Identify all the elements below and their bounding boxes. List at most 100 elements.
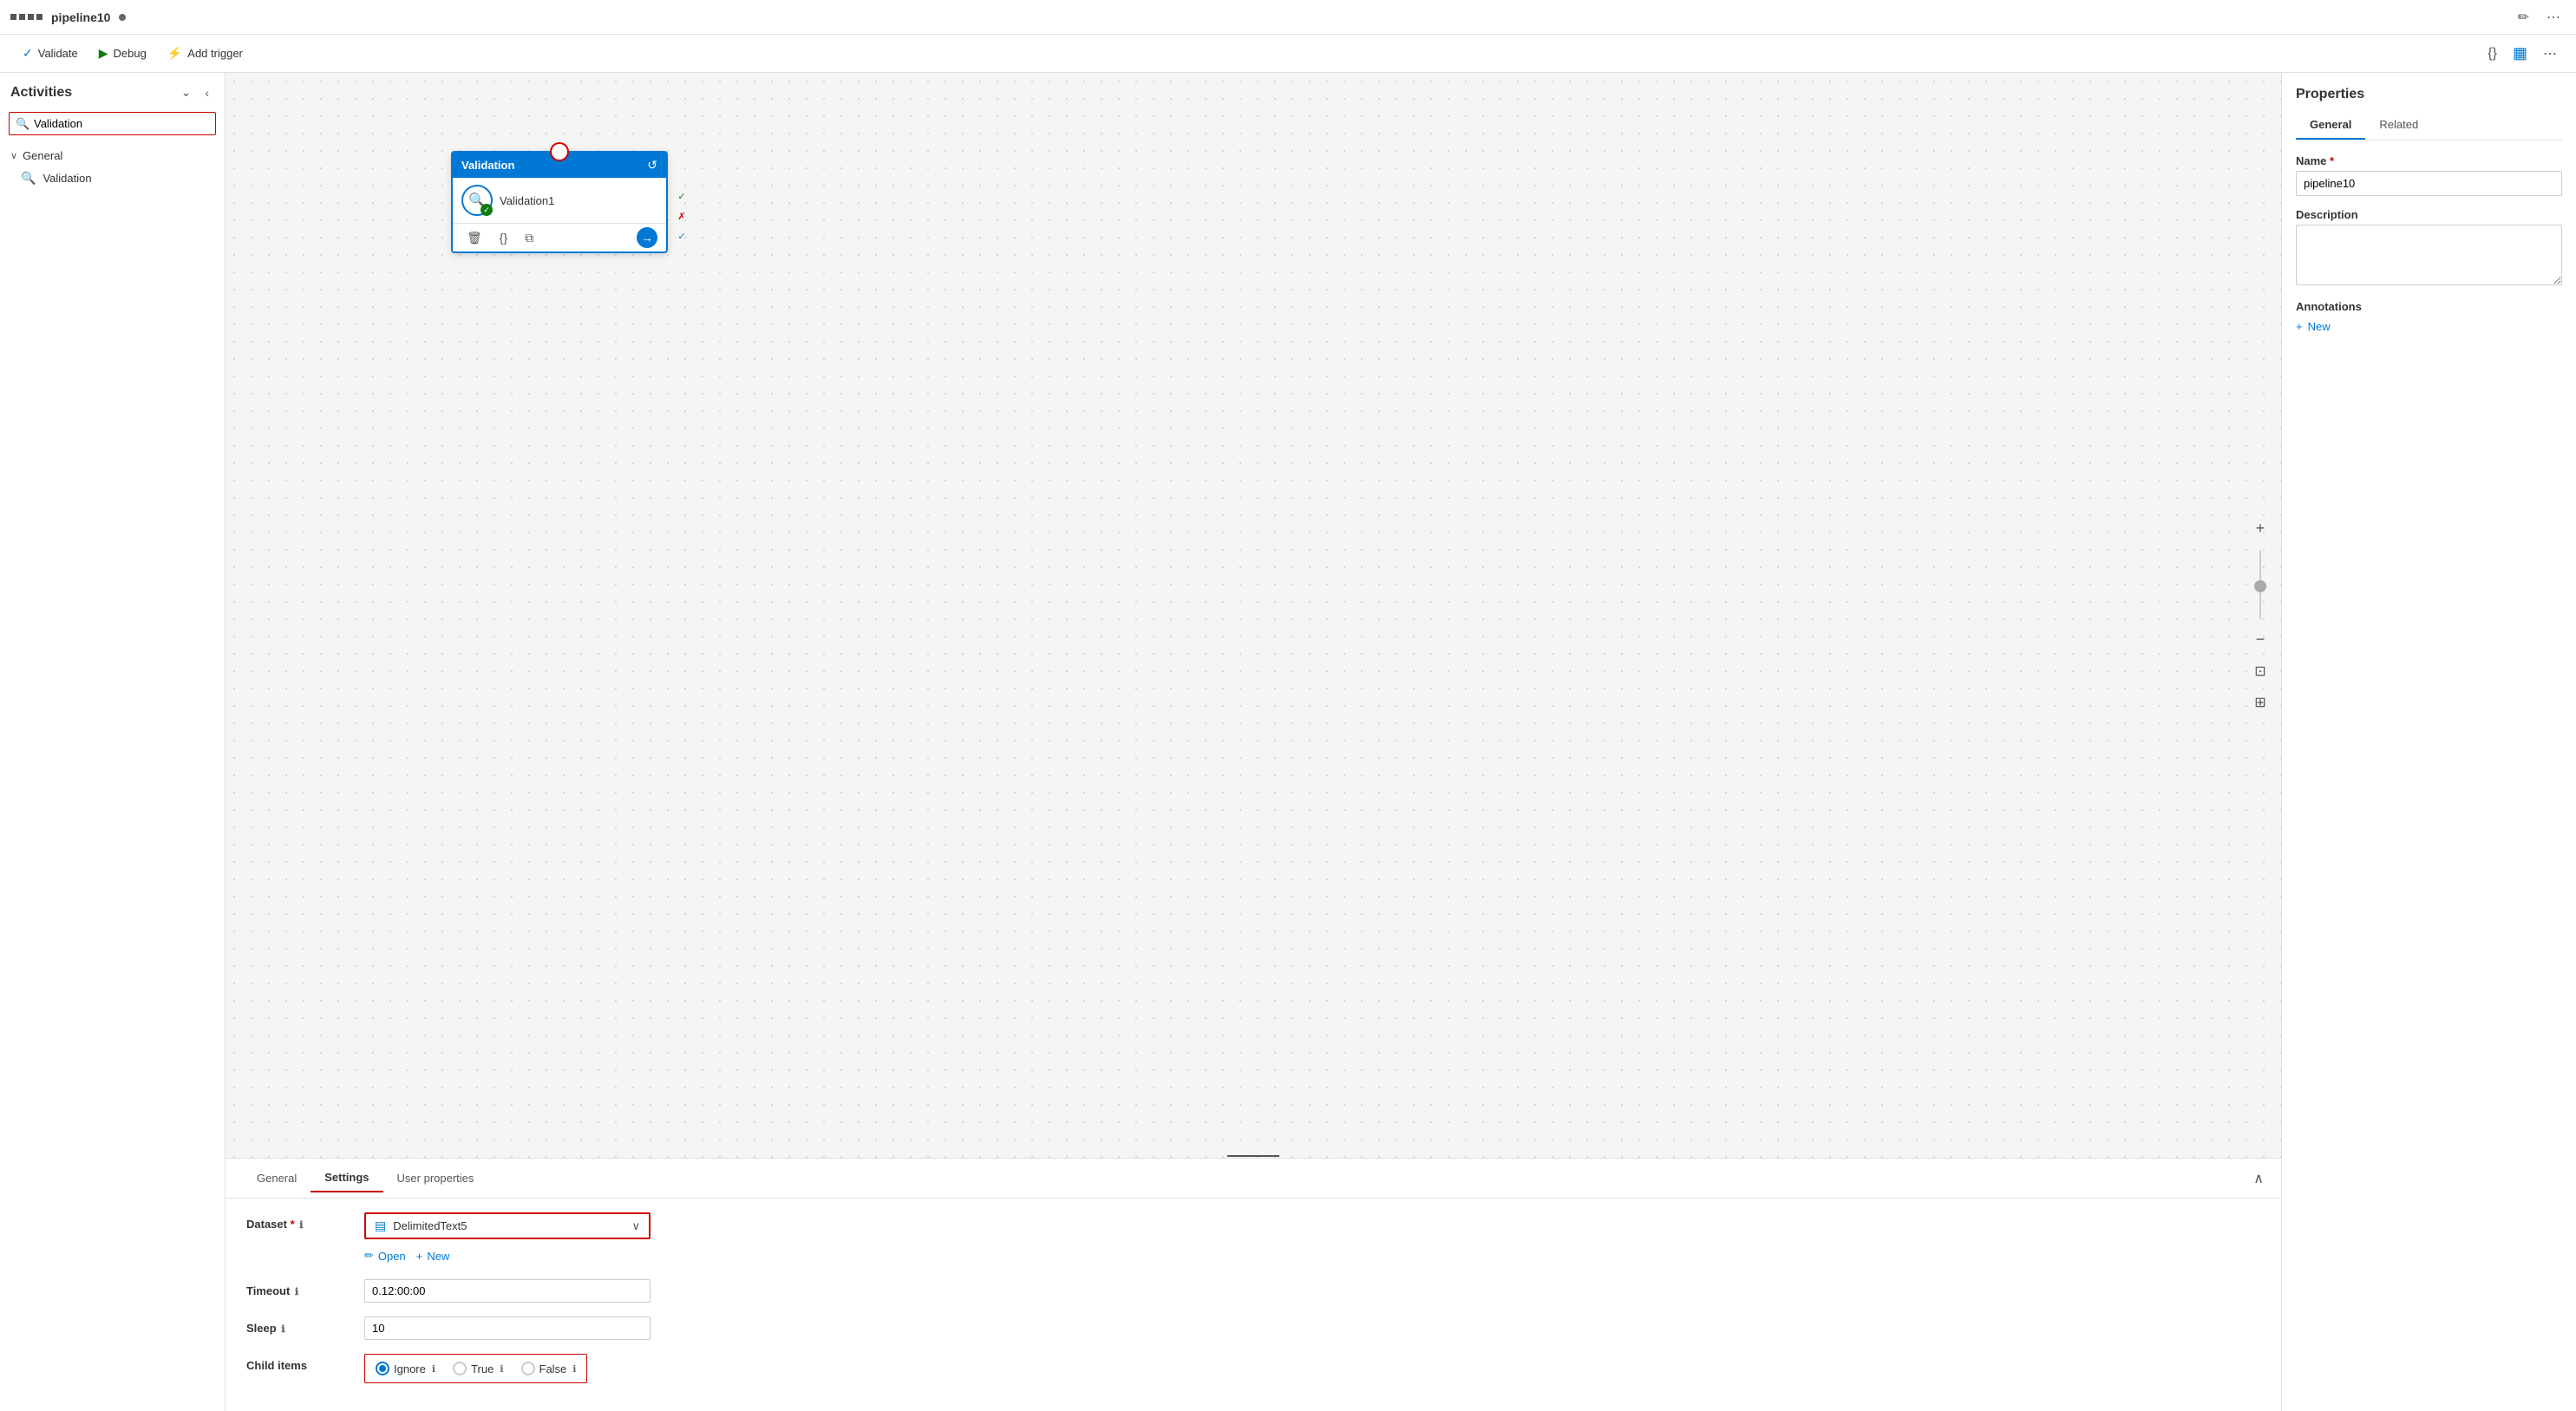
edit-icon: ✏ (364, 1249, 374, 1263)
timeout-info-icon[interactable]: ℹ (295, 1287, 298, 1297)
dataset-chevron-icon: ∨ (631, 1219, 640, 1233)
title-bar-left: pipeline10 (10, 10, 126, 24)
go-activity-btn[interactable]: → (637, 227, 657, 248)
child-items-row: Child items Ignore ℹ True (246, 1354, 2260, 1383)
tab-settings[interactable]: Settings (311, 1164, 382, 1192)
dataset-file-icon: ▤ (375, 1218, 386, 1233)
activity-name: Validation1 (500, 194, 554, 207)
child-items-options: Ignore ℹ True ℹ False ℹ (364, 1354, 587, 1383)
divider-bar (1227, 1155, 1279, 1157)
add-trigger-button[interactable]: ⚡ Add trigger (159, 42, 252, 65)
true-info-icon[interactable]: ℹ (500, 1363, 503, 1375)
sleep-control (364, 1316, 2260, 1340)
success-indicator: ✓ (673, 187, 690, 205)
activity-node[interactable]: Validation ↺ 🔍 ✓ Validation1 🗑 {} ⧉ (451, 151, 668, 253)
sidebar-header: Activities ⌄ ‹ (0, 73, 225, 112)
check-badge: ✓ (481, 204, 493, 216)
activity-icon-circle: 🔍 ✓ (461, 185, 493, 216)
drag-handle-icon: ⠿ (206, 172, 214, 186)
bottom-panel-tabs: General Settings User properties (243, 1164, 487, 1192)
child-items-control: Ignore ℹ True ℹ False ℹ (364, 1354, 2260, 1383)
more-button[interactable]: ⋯ (2541, 5, 2566, 29)
prop-tab-general[interactable]: General (2296, 113, 2365, 140)
radio-true[interactable]: True ℹ (453, 1362, 503, 1375)
timeout-input[interactable] (364, 1279, 651, 1303)
radio-ignore[interactable]: Ignore ℹ (376, 1362, 435, 1375)
bottom-panel-header: General Settings User properties ∧ (226, 1159, 2281, 1199)
unsaved-indicator (119, 14, 126, 21)
description-field: Description (2296, 208, 2562, 288)
radio-true-label: True (471, 1362, 494, 1375)
dataset-row: Dataset * ℹ ▤ DelimitedText5 ∨ (246, 1212, 2260, 1265)
zoom-expand-btn[interactable]: ⊞ (2246, 689, 2274, 716)
canvas-grid: Validation ↺ 🔍 ✓ Validation1 🗑 {} ⧉ (226, 73, 2281, 1158)
toolbar-right: {} ▦ ⋯ (2482, 41, 2562, 66)
code-activity-btn[interactable]: {} (494, 228, 513, 247)
tab-user-properties[interactable]: User properties (383, 1164, 488, 1192)
sidebar-header-icons: ⌄ ‹ (176, 82, 214, 103)
description-textarea[interactable] (2296, 225, 2562, 285)
debug-button[interactable]: ▶ Debug (90, 42, 155, 65)
sidebar: Activities ⌄ ‹ 🔍 ∨ General 🔍 Validation … (0, 73, 226, 1411)
copy-activity-btn[interactable]: ⧉ (520, 228, 539, 248)
dataset-label: Dataset * ℹ (246, 1212, 350, 1231)
collapse-down-button[interactable]: ⌄ (176, 82, 197, 103)
annotations-title: Annotations (2296, 300, 2562, 313)
activity-rotate-btn[interactable]: ↺ (647, 158, 657, 173)
search-icon: 🔍 (16, 117, 29, 131)
plus-annotation-icon: + (2296, 320, 2303, 333)
dataset-value: DelimitedText5 (393, 1219, 467, 1232)
sidebar-section-general: ∨ General 🔍 Validation ⠿ (0, 142, 225, 194)
sleep-row: Sleep ℹ (246, 1316, 2260, 1340)
sleep-input[interactable] (364, 1316, 651, 1340)
add-annotation-btn[interactable]: + New (2296, 320, 2331, 333)
delete-activity-btn[interactable]: 🗑 (461, 228, 487, 248)
settings-content: Dataset * ℹ ▤ DelimitedText5 ∨ (226, 1199, 2281, 1411)
validate-button[interactable]: ✓ Validate (14, 42, 87, 65)
dataset-actions: ✏ Open + New (364, 1246, 2260, 1265)
pipeline-name: pipeline10 (51, 10, 110, 24)
zoom-fit-btn[interactable]: ⊡ (2246, 657, 2274, 685)
description-label: Description (2296, 208, 2562, 221)
chevron-down-icon: ∨ (10, 150, 17, 161)
collapse-panel-btn[interactable]: ∧ (2253, 1170, 2264, 1187)
general-section-label: General (23, 149, 62, 162)
radio-false-dot (521, 1362, 535, 1375)
general-section-header[interactable]: ∨ General (0, 146, 225, 166)
ignore-info-icon[interactable]: ℹ (432, 1363, 435, 1375)
open-dataset-btn[interactable]: ✏ Open (364, 1246, 406, 1265)
zoom-out-btn[interactable]: − (2246, 626, 2274, 654)
sidebar-search: 🔍 (9, 112, 216, 135)
tab-general[interactable]: General (243, 1164, 311, 1192)
more-options-button[interactable]: ⋯ (2538, 42, 2562, 66)
prop-tab-related[interactable]: Related (2365, 113, 2432, 140)
app-icon (10, 14, 42, 20)
edit-button[interactable]: ✏ (2513, 5, 2534, 29)
required-asterisk: * (291, 1218, 295, 1231)
node-side-buttons: ✓ ✗ ✓ (673, 187, 690, 245)
code-button[interactable]: {} (2482, 42, 2502, 65)
title-bar-right: ✏ ⋯ (2513, 5, 2566, 29)
new-dataset-btn[interactable]: + New (416, 1246, 450, 1265)
toolbar-left: ✓ Validate ▶ Debug ⚡ Add trigger (14, 42, 252, 65)
name-input[interactable] (2296, 171, 2562, 196)
trigger-icon: ⚡ (167, 46, 182, 61)
false-info-icon[interactable]: ℹ (572, 1363, 576, 1375)
center-area: Validation ↺ 🔍 ✓ Validation1 🗑 {} ⧉ (226, 73, 2281, 1411)
monitor-button[interactable]: ▦ (2507, 41, 2533, 66)
dataset-info-icon[interactable]: ℹ (299, 1220, 303, 1231)
activity-node-body: 🔍 ✓ Validation1 (453, 178, 666, 223)
dataset-select[interactable]: ▤ DelimitedText5 ∨ (364, 1212, 651, 1239)
collapse-left-button[interactable]: ‹ (199, 82, 214, 103)
zoom-controls: + − ⊡ ⊞ (2239, 73, 2281, 1158)
toolbar: ✓ Validate ▶ Debug ⚡ Add trigger {} ▦ ⋯ (0, 35, 2576, 73)
sidebar-item-left: 🔍 Validation (21, 171, 92, 186)
canvas-main[interactable]: Validation ↺ 🔍 ✓ Validation1 🗑 {} ⧉ (226, 73, 2281, 1158)
sidebar-item-validation[interactable]: 🔍 Validation ⠿ (0, 166, 225, 191)
radio-false[interactable]: False ℹ (521, 1362, 577, 1375)
activity-node-footer: 🗑 {} ⧉ → (453, 223, 666, 251)
zoom-in-btn[interactable]: + (2246, 515, 2274, 543)
search-input[interactable] (9, 112, 216, 135)
zoom-slider-track (2259, 550, 2261, 619)
sleep-info-icon[interactable]: ℹ (281, 1324, 284, 1335)
